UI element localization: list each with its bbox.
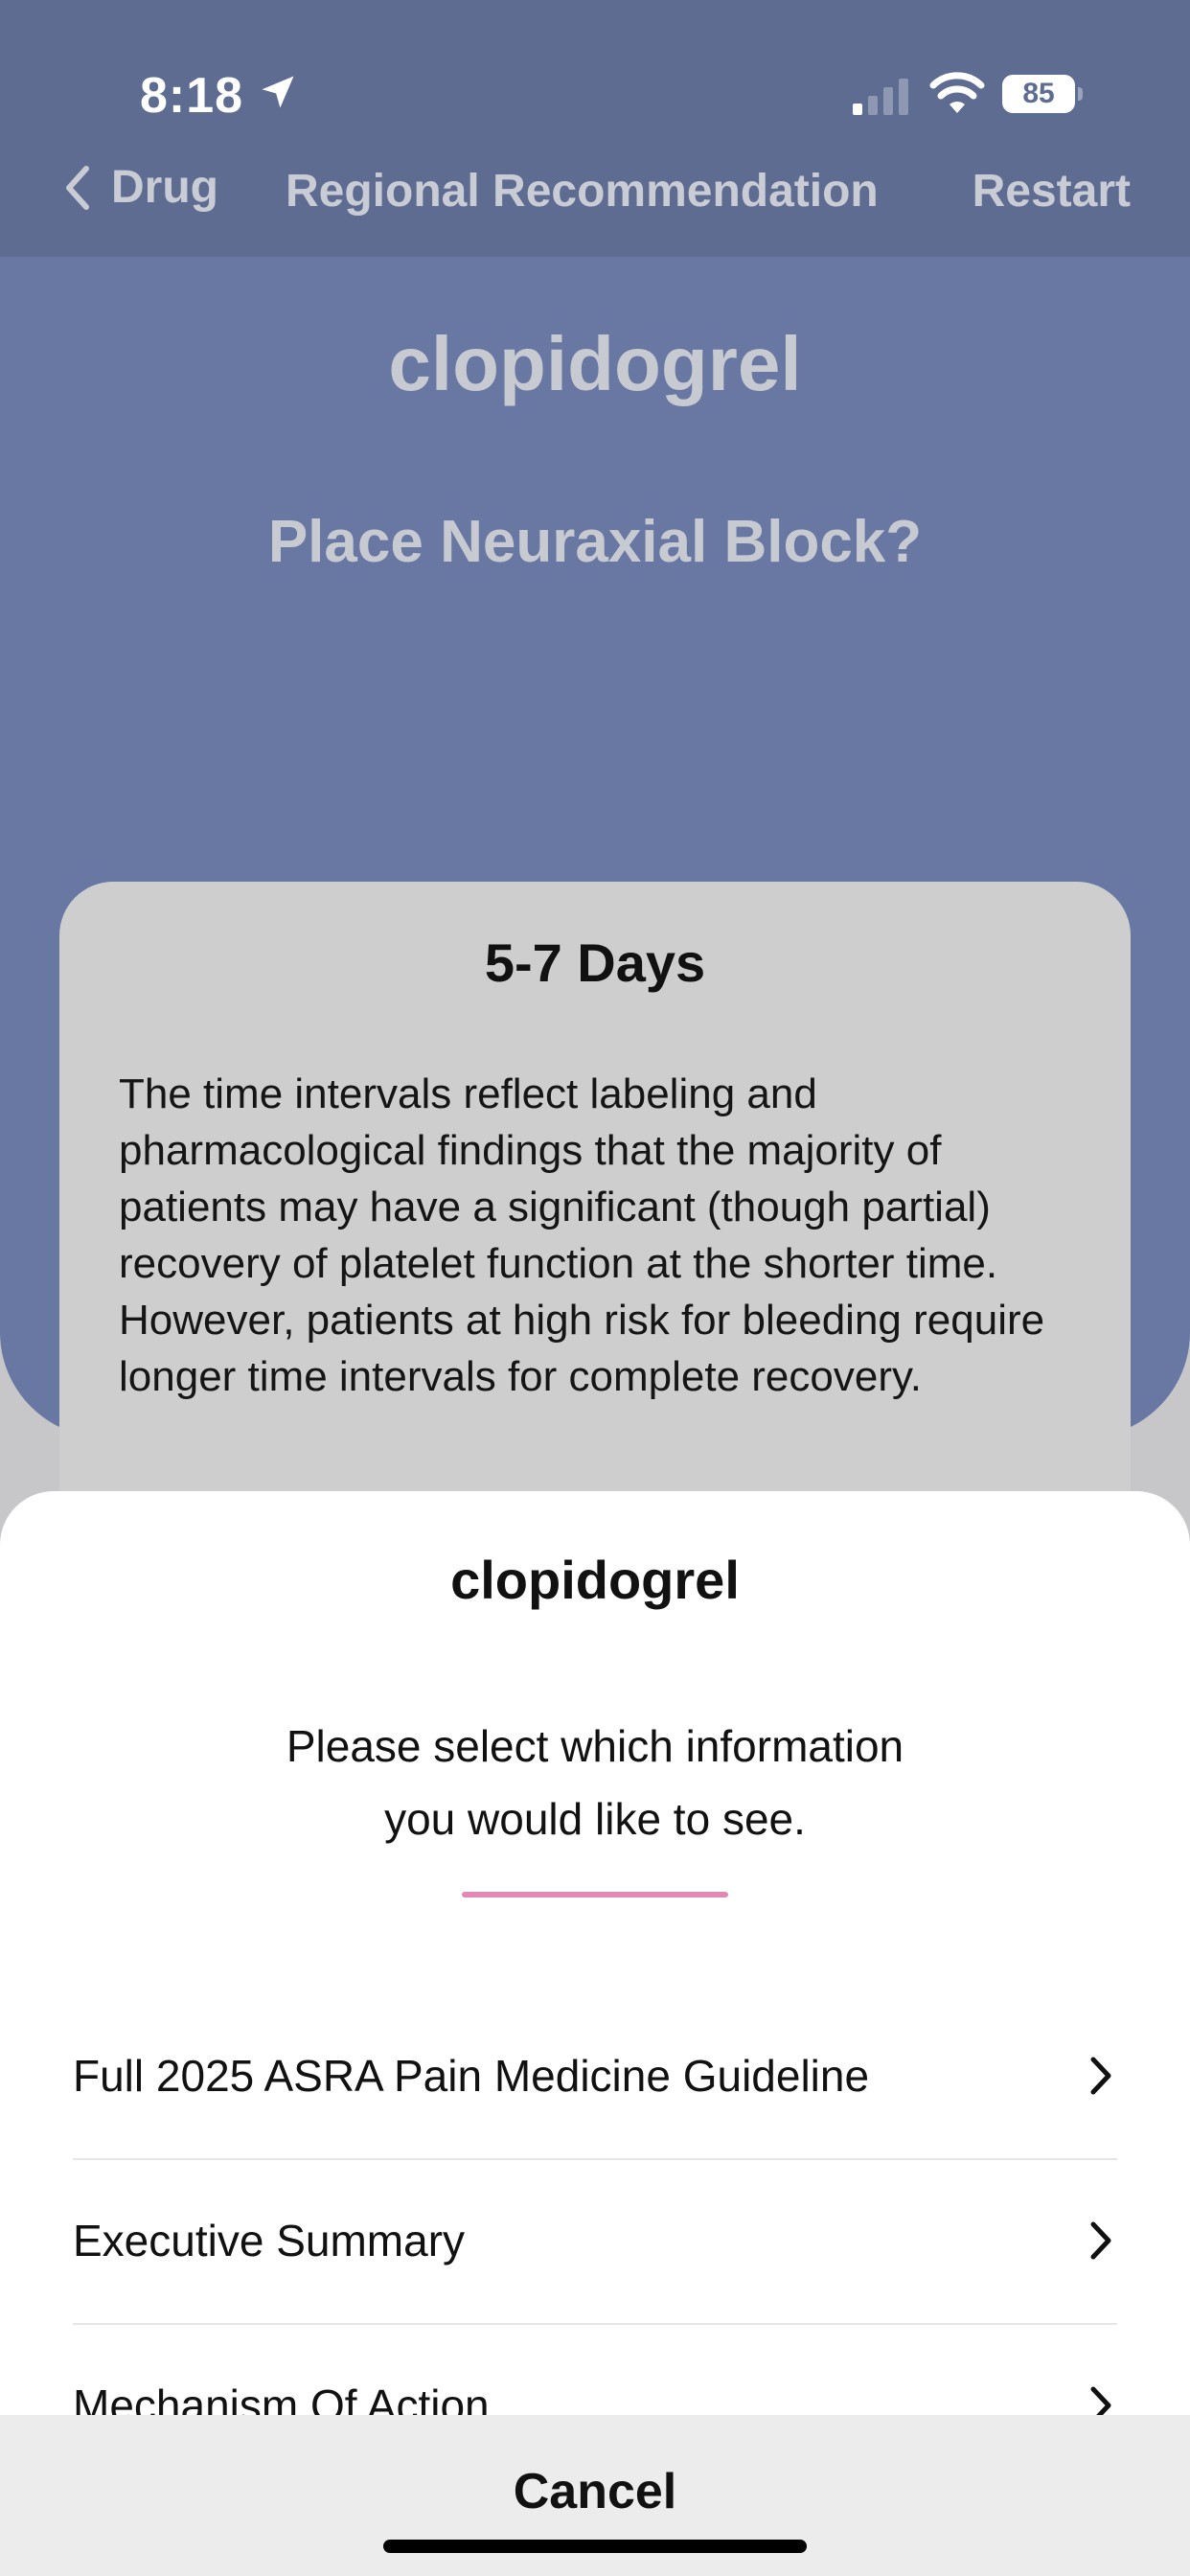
battery-tip	[1078, 87, 1083, 101]
location-arrow-icon	[262, 76, 294, 108]
sheet-prompt-line-1: Please select which information	[286, 1721, 904, 1771]
page-title: Regional Recommendation	[286, 166, 879, 217]
chevron-right-icon	[1090, 2057, 1111, 2095]
back-button[interactable]: Drug	[63, 161, 218, 214]
cancel-button-label: Cancel	[513, 2464, 677, 2519]
information-action-sheet: clopidogrel Please select which informat…	[0, 1491, 1190, 2576]
status-time: 8:18	[140, 68, 244, 124]
recommendation-card: 5-7 Days The time intervals reflect labe…	[59, 882, 1131, 1572]
accent-divider	[462, 1892, 728, 1898]
option-label: Full 2025 ASRA Pain Medicine Guideline	[73, 2051, 870, 2101]
back-button-label: Drug	[111, 162, 218, 213]
chevron-left-icon	[66, 165, 89, 210]
question-heading: Place Neuraxial Block?	[267, 509, 923, 575]
option-executive-summary[interactable]: Executive Summary	[73, 2158, 1117, 2325]
recommendation-body: The time intervals reflect labeling and …	[119, 1070, 1045, 1400]
drug-name-heading: clopidogrel	[388, 321, 802, 406]
recommendation-title: 5-7 Days	[484, 932, 706, 993]
home-indicator[interactable]	[383, 2540, 807, 2553]
restart-button[interactable]: Restart	[973, 165, 1131, 218]
option-label: Executive Summary	[73, 2216, 466, 2266]
sheet-prompt: Please select which information you woul…	[212, 1710, 978, 1855]
sheet-title: clopidogrel	[450, 1550, 740, 1610]
cellular-signal-icon	[853, 79, 908, 115]
navigation-bar: 8:18 85 Drug Regional Recommendation Res…	[0, 0, 1190, 257]
sheet-prompt-line-2: you would like to see.	[384, 1794, 806, 1844]
option-full-guideline[interactable]: Full 2025 ASRA Pain Medicine Guideline	[73, 1993, 1117, 2160]
battery-icon: 85	[1002, 75, 1083, 113]
chevron-right-icon	[1090, 2221, 1111, 2260]
battery-level: 85	[1002, 75, 1075, 113]
wifi-icon	[929, 72, 985, 113]
